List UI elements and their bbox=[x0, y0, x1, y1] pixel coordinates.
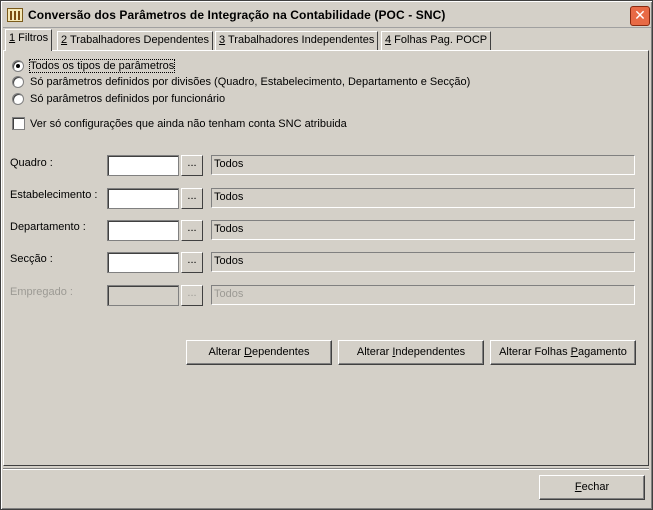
dialog-window: Conversão dos Parâmetros de Integração n… bbox=[0, 0, 653, 510]
estabelecimento-input[interactable] bbox=[107, 188, 179, 209]
seccao-browse-button[interactable]: ... bbox=[181, 252, 203, 273]
tab-folhas-pag-pocp[interactable]: 4 Folhas Pag. POCP bbox=[381, 31, 492, 50]
seccao-label: Secção : bbox=[10, 253, 53, 265]
radio-label: Só parâmetros definidos por divisões (Qu… bbox=[30, 76, 471, 88]
tab-filtros[interactable]: 1 Filtros bbox=[5, 29, 53, 51]
seccao-input[interactable] bbox=[107, 252, 179, 273]
empregado-description: Todos bbox=[211, 285, 635, 305]
sem-conta-snc-label: Ver só configurações que ainda não tenha… bbox=[30, 118, 347, 130]
empregado-input bbox=[107, 285, 179, 306]
estabelecimento-browse-button[interactable]: ... bbox=[181, 188, 203, 209]
sem-conta-snc-checkbox[interactable] bbox=[12, 117, 25, 130]
radio-label: Todos os tipos de parâmetros bbox=[28, 59, 176, 73]
radio-button[interactable] bbox=[12, 76, 24, 88]
app-icon bbox=[7, 8, 23, 22]
estabelecimento-description: Todos bbox=[211, 188, 635, 208]
tab-trabalhadores-dependentes[interactable]: 2 Trabalhadores Dependentes bbox=[57, 31, 214, 50]
departamento-label: Departamento : bbox=[10, 221, 86, 233]
footer-separator bbox=[3, 468, 649, 470]
fechar-button[interactable]: Fechar bbox=[539, 475, 645, 500]
title-bar[interactable]: Conversão dos Parâmetros de Integração n… bbox=[3, 3, 651, 28]
empregado-label: Empregado : bbox=[10, 286, 73, 298]
alterar-independentes-button[interactable]: Alterar Independentes bbox=[338, 340, 484, 365]
tab-trabalhadores-independentes[interactable]: 3 Trabalhadores Independentes bbox=[215, 31, 379, 50]
estabelecimento-label: Estabelecimento : bbox=[10, 189, 98, 201]
seccao-description: Todos bbox=[211, 252, 635, 272]
close-icon[interactable]: ✕ bbox=[630, 6, 650, 26]
quadro-browse-button[interactable]: ... bbox=[181, 155, 203, 176]
quadro-description: Todos bbox=[211, 155, 635, 175]
radio-label: Só parâmetros definidos por funcionário bbox=[30, 93, 226, 105]
departamento-input[interactable] bbox=[107, 220, 179, 241]
departamento-browse-button[interactable]: ... bbox=[181, 220, 203, 241]
radio-button[interactable] bbox=[12, 93, 24, 105]
quadro-input[interactable] bbox=[107, 155, 179, 176]
empregado-browse-button: ... bbox=[181, 285, 203, 306]
window-title: Conversão dos Parâmetros de Integração n… bbox=[28, 8, 446, 22]
radio-button[interactable] bbox=[12, 60, 24, 72]
departamento-description: Todos bbox=[211, 220, 635, 240]
alterar-dependentes-button[interactable]: Alterar Dependentes bbox=[186, 340, 332, 365]
quadro-label: Quadro : bbox=[10, 157, 53, 169]
alterar-folhas-pagamento-button[interactable]: Alterar Folhas Pagamento bbox=[490, 340, 636, 365]
